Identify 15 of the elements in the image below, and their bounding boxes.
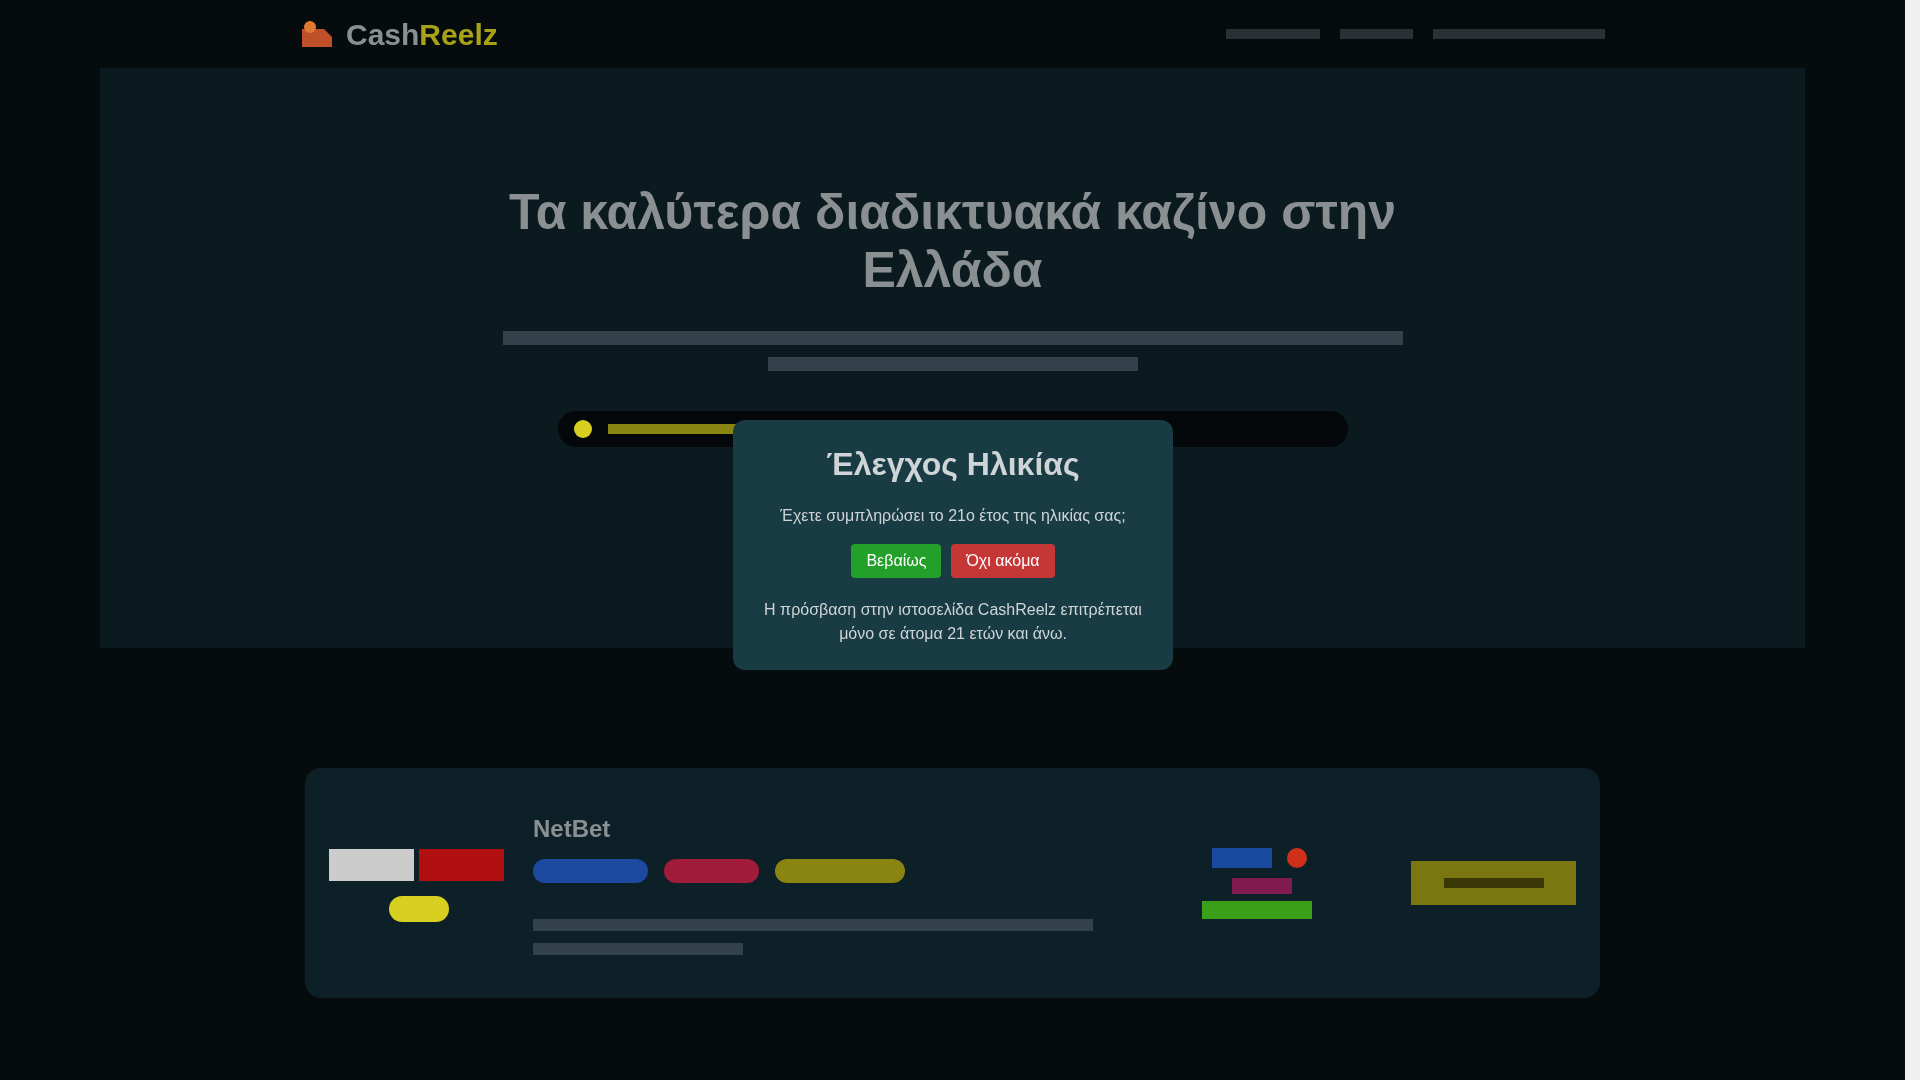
rating-badge	[389, 896, 449, 922]
modal-question: Έχετε συμπληρώσει το 21ο έτος της ηλικίας σας;	[780, 506, 1126, 526]
scrollbar[interactable]	[1905, 0, 1920, 1080]
confirm-button[interactable]: Βεβαίως	[851, 544, 942, 578]
nav-link[interactable]	[1433, 29, 1605, 39]
decline-button[interactable]: Όχι ακόμα	[951, 544, 1055, 578]
casino-name: NetBet	[533, 814, 611, 844]
logo-text[interactable]: CashReelz	[346, 17, 498, 51]
nav-link[interactable]	[1226, 29, 1320, 39]
play-button[interactable]	[1411, 861, 1576, 905]
modal-title: Έλεγχος Ηλικίας	[826, 445, 1080, 484]
modal-note: Η πρόσβαση στην ιστοσελίδα CashReelz επιτρέπεται μόνο σε άτομα 21 ετών και άνω.	[763, 600, 1143, 644]
hero-title: Τα καλύτερα διαδικτυακά καζίνο στην Ελλάδα	[507, 183, 1398, 299]
logo-icon	[300, 19, 334, 49]
nav-link[interactable]	[1340, 29, 1413, 39]
